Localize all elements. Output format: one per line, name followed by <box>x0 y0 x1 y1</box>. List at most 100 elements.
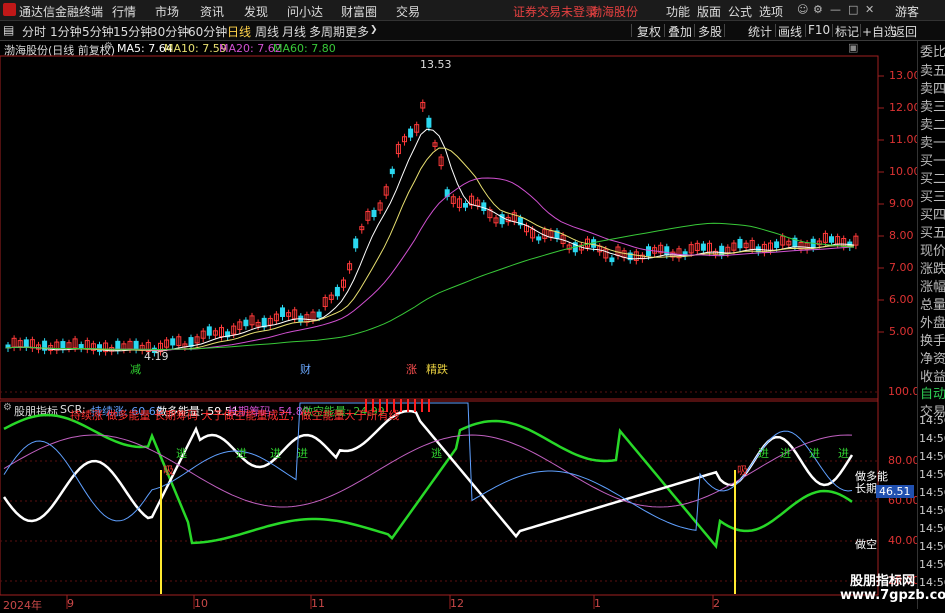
candle-body <box>133 340 139 350</box>
side-buy2[interactable]: 买二 <box>920 172 945 188</box>
candle-body <box>371 209 377 218</box>
time-tick: 14:56 <box>919 558 945 571</box>
price-tick: 9.00 <box>889 197 914 210</box>
candle-body <box>280 307 285 317</box>
candle-body <box>481 202 487 211</box>
event-jian: 减 <box>130 363 141 376</box>
x-tick: 1 <box>594 597 601 610</box>
ma60-line <box>5 222 854 351</box>
ma5-line <box>5 128 854 352</box>
candle-body <box>23 339 29 348</box>
chart-canvas[interactable] <box>0 0 945 609</box>
value-badge: 46.51 <box>876 485 914 498</box>
x-tick: 11 <box>311 597 325 610</box>
marker-jin: 进 <box>270 447 281 460</box>
time-tick: 14:56 <box>919 486 945 499</box>
marker-jin: 进 <box>780 447 791 460</box>
event-zhang: 涨 <box>406 363 417 376</box>
bear-energy-line <box>3 413 853 550</box>
time-tick: 14:56 <box>919 522 945 535</box>
price-tick: 8.00 <box>889 229 914 242</box>
end-label-bear: 做空 <box>855 538 877 551</box>
price-tick: 10.00 <box>889 165 921 178</box>
candle-body <box>78 344 84 349</box>
side-auto[interactable]: 自动 <box>920 387 945 403</box>
watermark-cn: 股朋指标网 <box>850 574 916 589</box>
candle-body <box>389 168 395 175</box>
bull-energy-line <box>2 409 854 539</box>
candle-body <box>408 128 414 138</box>
side-buy1[interactable]: 买一 <box>920 154 945 170</box>
ind-tick: 100.0 <box>888 385 920 398</box>
candle-body <box>170 338 176 346</box>
event-jingdie: 精跌 <box>426 363 448 376</box>
ma10-line <box>5 147 854 352</box>
marker-jin: 进 <box>297 447 308 460</box>
candle-body <box>664 246 670 256</box>
side-price[interactable]: 现价 <box>920 244 945 260</box>
candle-body <box>774 241 780 248</box>
candle-body <box>591 239 597 248</box>
marker-xi: 吸 <box>163 464 174 477</box>
candle-body <box>60 341 66 350</box>
candle-body <box>829 236 834 243</box>
side-sell2[interactable]: 卖二 <box>920 118 945 134</box>
x-tick: 2 <box>713 597 720 610</box>
candle-body <box>206 326 212 336</box>
low-price-label: 4.19 <box>144 350 169 363</box>
side-netasset[interactable]: 净资 <box>920 352 945 368</box>
price-tick: 5.00 <box>889 325 914 338</box>
side-buy4[interactable]: 买四 <box>920 208 945 224</box>
x-tick: 9 <box>67 597 74 610</box>
marker-xi: 吸 <box>737 464 748 477</box>
time-tick: 14:56 <box>919 504 945 517</box>
candle-body <box>188 337 194 347</box>
candle-body <box>316 311 322 318</box>
side-sell5[interactable]: 卖五 <box>920 64 945 80</box>
side-sell3[interactable]: 卖三 <box>920 100 945 116</box>
candle-body <box>97 344 102 352</box>
side-sell1[interactable]: 卖一 <box>920 136 945 152</box>
price-tick: 6.00 <box>889 293 914 306</box>
time-tick: 14:56 <box>919 540 945 553</box>
side-volume[interactable]: 总量 <box>920 298 945 314</box>
price-tick: 13.00 <box>889 69 921 82</box>
high-price-label: 13.53 <box>420 58 452 71</box>
candle-body <box>609 257 615 263</box>
indicator-note: 持续涨 做多能量 长期筹码 大于做空能量成立，做空能量大于所有线 别 碰 <box>70 409 400 422</box>
candle-body <box>737 238 743 249</box>
candle-body <box>536 236 542 241</box>
marker-tao: 逃 <box>176 447 187 460</box>
candle-body <box>463 202 468 208</box>
candle-body <box>700 243 706 251</box>
side-pct[interactable]: 涨幅 <box>920 280 945 296</box>
side-turnover[interactable]: 换手 <box>920 334 945 350</box>
side-earnings[interactable]: 收益 <box>920 370 945 386</box>
event-cai: 财 <box>300 363 311 376</box>
side-outer[interactable]: 外盘 <box>920 316 945 332</box>
price-tick: 12.00 <box>889 101 921 114</box>
marker-jin: 进 <box>236 447 247 460</box>
candle-body <box>243 319 249 327</box>
marker-jin: 进 <box>838 447 849 460</box>
time-tick: 14:56 <box>919 414 945 427</box>
side-buy5[interactable]: 买五 <box>920 226 945 242</box>
side-change[interactable]: 涨跌 <box>920 262 945 278</box>
candle-body <box>334 286 340 297</box>
marker-tao: 逃 <box>431 447 442 460</box>
ind-tick: 80.00 <box>888 454 920 467</box>
x-tick: 2024年 <box>3 599 42 612</box>
side-buy3[interactable]: 买三 <box>920 190 945 206</box>
side-weibi[interactable]: 委比 <box>920 45 945 61</box>
time-tick: 14:56 <box>919 450 945 463</box>
end-label-long: 长期 <box>855 482 877 495</box>
x-tick: 12 <box>450 597 464 610</box>
time-tick: 14:56 <box>919 432 945 445</box>
watermark-url: www.7gpzb.com <box>840 588 945 603</box>
ind-tick: 40.00 <box>888 534 920 547</box>
candle-body <box>426 117 432 128</box>
marker-jin: 进 <box>758 447 769 460</box>
price-tick: 7.00 <box>889 261 914 274</box>
side-sell4[interactable]: 卖四 <box>920 82 945 98</box>
x-tick: 10 <box>194 597 208 610</box>
